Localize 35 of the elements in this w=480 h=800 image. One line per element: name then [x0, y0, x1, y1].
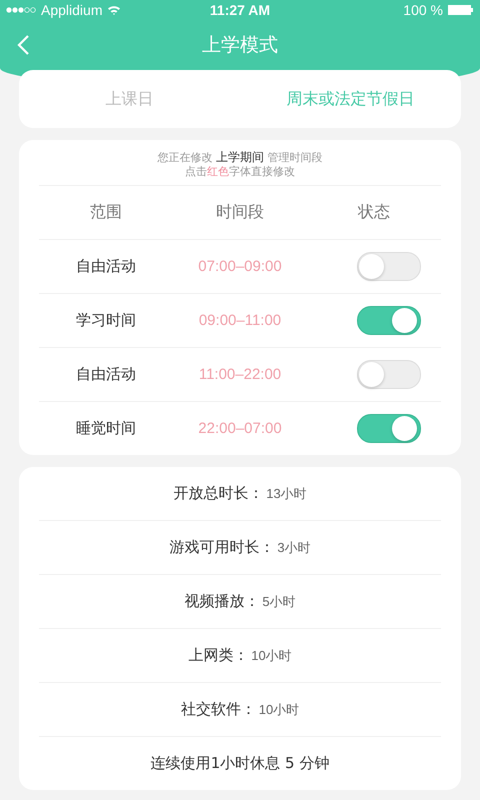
- battery-icon: [448, 5, 474, 15]
- column-header: 范围: [90, 202, 122, 223]
- limit-value: 10小时: [258, 700, 300, 718]
- clock-time: 11:27 AM: [210, 2, 270, 18]
- time-range-link[interactable]: 22:00–07:00: [198, 420, 282, 437]
- signal-icon: [6, 7, 36, 13]
- notice-text: 您正在修改 上学期间 管理时间段: [158, 150, 322, 165]
- limit-label: 开放总时长：: [173, 484, 264, 503]
- limit-value: 13小时: [266, 484, 307, 502]
- tab[interactable]: 周末或法定节假日: [240, 70, 461, 128]
- limit-label: 视频播放：: [184, 592, 260, 611]
- toggle-switch[interactable]: [357, 414, 421, 443]
- time-range-link[interactable]: 07:00–09:00: [198, 258, 282, 275]
- carrier-name: Applidium: [41, 2, 102, 18]
- rest-rule-text: 连续使用1小时休息 5 分钟: [150, 754, 330, 773]
- page-title: 上学模式: [202, 33, 278, 58]
- time-range-link[interactable]: 09:00–11:00: [198, 312, 282, 329]
- limit-label: 游戏可用时长：: [169, 538, 274, 557]
- scope-cell: 睡觉时间: [76, 419, 136, 438]
- scope-cell: 自由活动: [76, 257, 136, 276]
- column-header: 状态: [358, 202, 390, 223]
- limit-value: 5小时: [262, 592, 296, 610]
- limit-label: 上网类：: [188, 646, 248, 665]
- time-range-link[interactable]: 11:00–22:00: [198, 366, 282, 383]
- scope-cell: 学习时间: [76, 311, 136, 330]
- limit-value: 3小时: [277, 538, 311, 556]
- hint-text: 点击红色字体直接修改: [185, 165, 295, 179]
- limit-value: 10小时: [251, 646, 292, 664]
- toggle-switch[interactable]: [357, 306, 421, 335]
- battery-percent: 100 %: [403, 2, 443, 18]
- tab[interactable]: 上课日: [19, 70, 240, 128]
- column-header: 时间段: [216, 202, 264, 223]
- limit-label: 社交软件：: [180, 700, 256, 719]
- scope-cell: 自由活动: [76, 365, 136, 384]
- wifi-icon: [107, 5, 122, 15]
